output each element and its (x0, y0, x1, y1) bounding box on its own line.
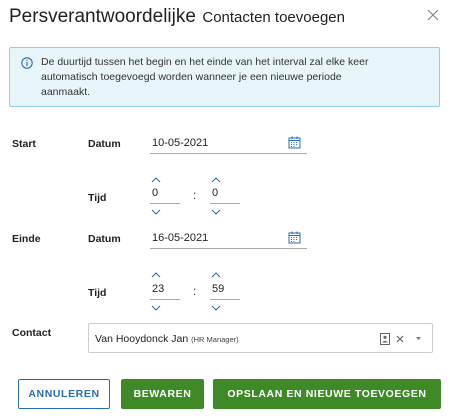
save-and-add-new-button[interactable]: OPSLAAN EN NIEUWE TOEVOEGEN (213, 379, 441, 409)
start-time-label: Tijd (88, 192, 107, 204)
close-icon[interactable] (426, 8, 440, 22)
start-hour-value: 0 (152, 187, 159, 199)
dialog-title-sub: Contacten toevoegen (202, 9, 345, 26)
start-time-separator: : (193, 188, 197, 202)
end-label: Einde (12, 233, 41, 245)
contact-name: Van Hooydonck Jan (95, 333, 189, 345)
add-contacts-dialog: Persverantwoordelijke Contacten toevoege… (0, 0, 451, 419)
contact-role: (HR Manager) (191, 335, 239, 344)
end-date-input[interactable]: 16-05-2021 (150, 231, 307, 249)
end-minute-up-icon[interactable] (211, 272, 221, 278)
start-date-label: Datum (88, 138, 121, 150)
end-date-label: Datum (88, 233, 121, 245)
info-box: De duurtijd tussen het begin en het eind… (9, 47, 440, 107)
contact-select[interactable]: Van Hooydonck Jan (HR Manager) (88, 323, 433, 353)
start-label: Start (12, 138, 36, 150)
start-minute-up-icon[interactable] (211, 177, 221, 183)
start-hour-input[interactable]: 0 (150, 186, 180, 204)
cancel-button[interactable]: ANNULEREN (18, 379, 110, 409)
calendar-icon[interactable] (288, 136, 301, 149)
end-minute-value: 59 (212, 283, 225, 295)
start-minute-down-icon[interactable] (211, 209, 221, 215)
dialog-title: Persverantwoordelijke Contacten toevoege… (9, 6, 345, 28)
start-date-input[interactable]: 10-05-2021 (150, 136, 307, 154)
contact-selected-value: Van Hooydonck Jan (HR Manager) (95, 333, 239, 345)
end-hour-down-icon[interactable] (151, 305, 161, 311)
info-text-line-2: automatisch toegevoegd worden wanneer je… (41, 71, 342, 83)
start-hour-up-icon[interactable] (151, 177, 161, 183)
caret-down-icon[interactable] (410, 335, 426, 343)
end-hour-up-icon[interactable] (151, 272, 161, 278)
start-minute-value: 0 (212, 187, 219, 199)
start-hour-down-icon[interactable] (151, 209, 161, 215)
end-hour-input[interactable]: 23 (150, 282, 180, 300)
save-button[interactable]: BEWAREN (121, 379, 204, 409)
start-minute-input[interactable]: 0 (210, 186, 240, 204)
contact-card-icon[interactable] (380, 333, 390, 345)
clear-icon[interactable] (396, 335, 404, 343)
contact-label: Contact (12, 327, 52, 339)
end-minute-down-icon[interactable] (211, 305, 221, 311)
info-text-line-1: De duurtijd tussen het begin en het eind… (41, 56, 369, 68)
end-date-value: 16-05-2021 (152, 232, 209, 244)
start-date-value: 10-05-2021 (152, 137, 209, 149)
end-hour-value: 23 (152, 283, 165, 295)
dialog-title-main: Persverantwoordelijke (9, 6, 196, 27)
calendar-icon[interactable] (288, 231, 301, 244)
contact-select-actions (380, 332, 426, 346)
end-time-label: Tijd (88, 287, 107, 299)
info-text-line-3: aanmaakt. (41, 86, 91, 98)
info-icon (21, 57, 33, 69)
end-minute-input[interactable]: 59 (210, 282, 240, 300)
end-time-separator: : (193, 284, 197, 298)
